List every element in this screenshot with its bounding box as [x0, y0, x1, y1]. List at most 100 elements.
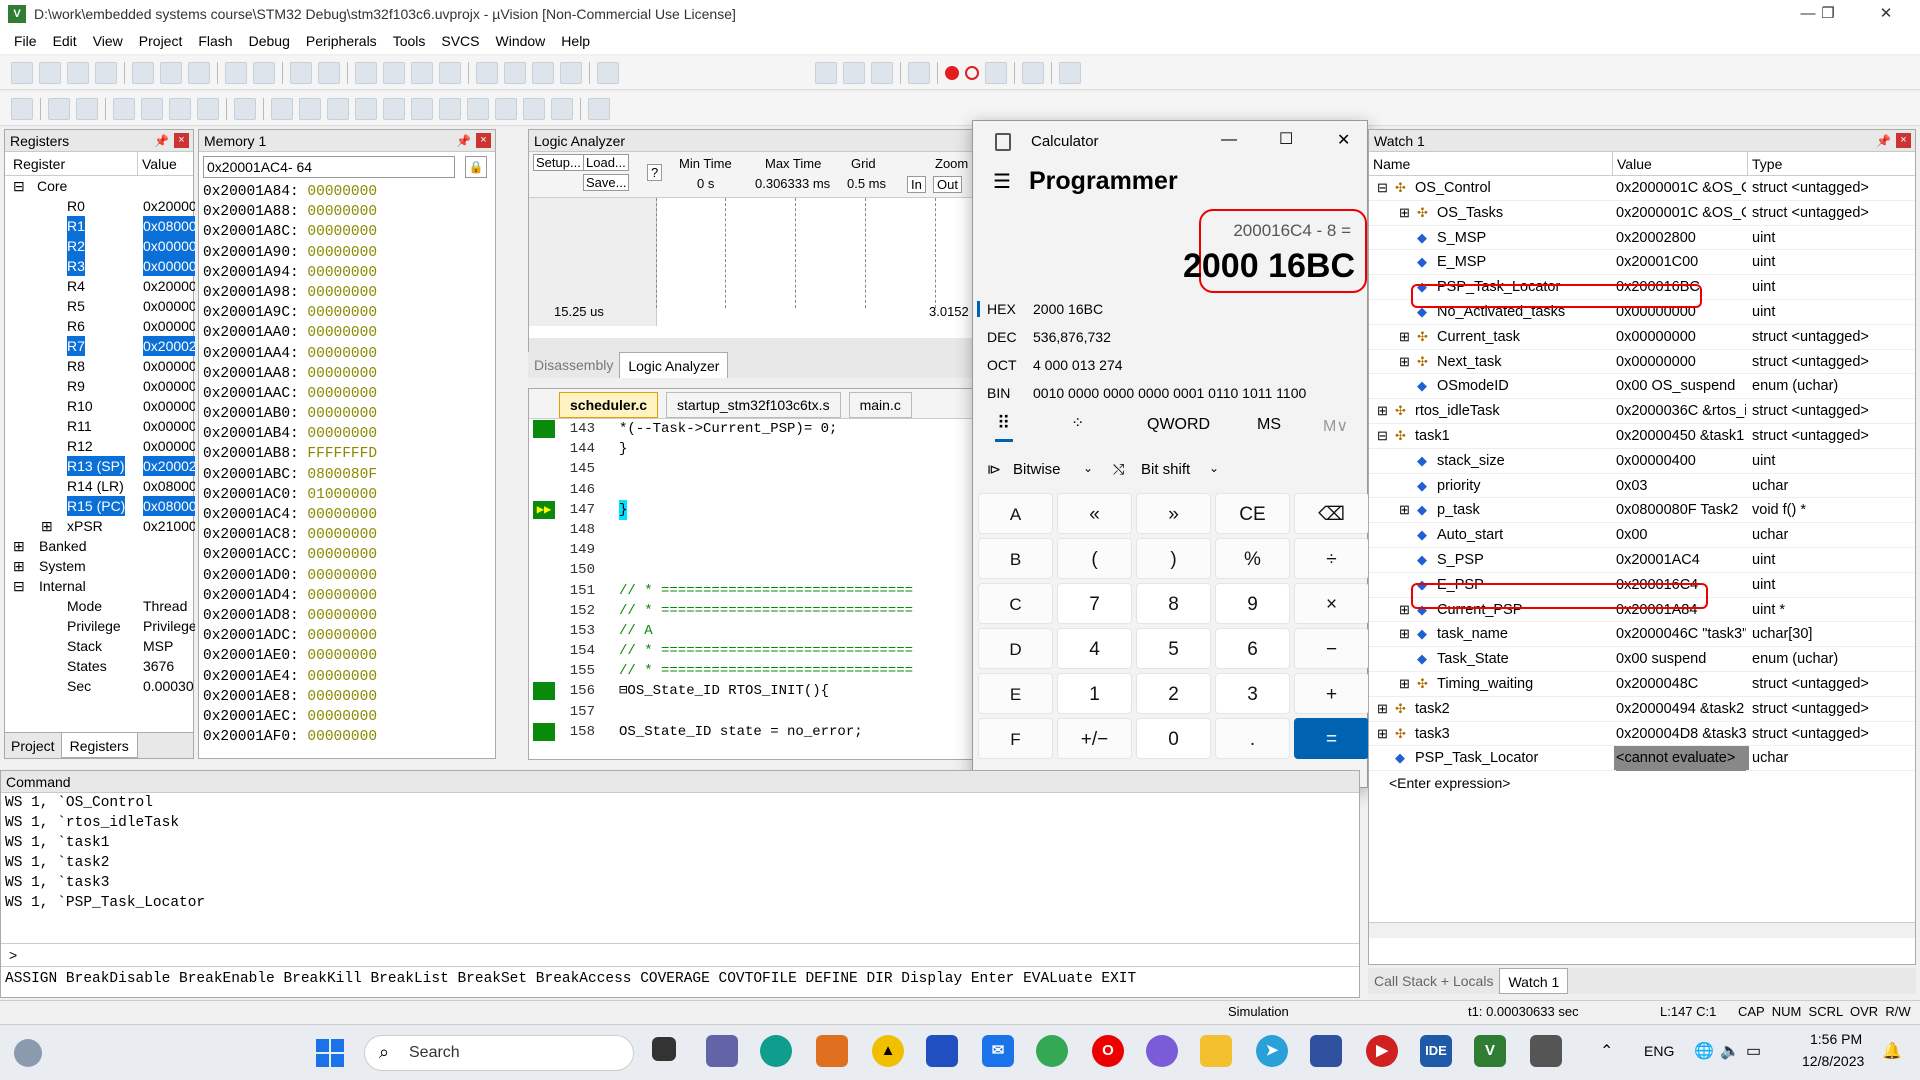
- calc-key-+/−[interactable]: +/−: [1057, 718, 1132, 759]
- config-icon[interactable]: [1059, 61, 1081, 84]
- memory-row[interactable]: 0x20001ABC: 0800080F: [203, 465, 495, 485]
- calc-key-0[interactable]: 0: [1136, 718, 1211, 759]
- copy-icon[interactable]: [160, 61, 182, 84]
- collapse-icon[interactable]: ⊟: [1377, 176, 1388, 201]
- watch-row[interactable]: ⊞ ✣ Next_task 0x00000000 struct <untagged>: [1369, 350, 1915, 375]
- code-line[interactable]: 149: [529, 540, 973, 560]
- undo-icon[interactable]: [225, 61, 247, 84]
- memory-value[interactable]: 00000000: [307, 346, 377, 362]
- calc-key-%[interactable]: %: [1215, 538, 1290, 579]
- expand-icon[interactable]: ⊞: [1399, 598, 1410, 623]
- load-button[interactable]: Load...: [583, 154, 629, 171]
- zoom-out-button[interactable]: Out: [933, 176, 962, 193]
- code-line[interactable]: 156 ⊟OS_State_ID RTOS_INIT(){: [529, 681, 973, 701]
- calc-base-row[interactable]: BIN 0010 0000 0000 0000 0001 0110 1011 11…: [973, 379, 1367, 407]
- register-value[interactable]: 0x20000: [143, 196, 195, 216]
- show-next-icon[interactable]: [234, 97, 256, 120]
- calc-key-A[interactable]: A: [978, 493, 1053, 534]
- register-group[interactable]: ⊟ Internal: [5, 576, 193, 596]
- menu-flash[interactable]: Flash: [190, 33, 240, 49]
- expand-icon[interactable]: ⊞: [1399, 350, 1410, 375]
- calc-key-equals[interactable]: =: [1294, 718, 1369, 759]
- watch-value[interactable]: 0x00: [1616, 523, 1746, 548]
- memory-value[interactable]: 00000000: [307, 588, 377, 604]
- calc-base-row[interactable]: DEC 536,876,732: [973, 323, 1367, 351]
- clock-date[interactable]: 12/8/2023: [1802, 1053, 1864, 1069]
- register-value[interactable]: 0x21000: [143, 516, 195, 536]
- target-dropdown-icon[interactable]: [815, 61, 837, 84]
- code-line[interactable]: 146: [529, 480, 973, 500]
- memory-value[interactable]: 00000000: [307, 669, 377, 685]
- code-line[interactable]: 150: [529, 560, 973, 580]
- tab-registers[interactable]: Registers: [60, 733, 138, 758]
- menu-peripherals[interactable]: Peripherals: [298, 33, 385, 49]
- memory-row[interactable]: 0x20001AD8: 00000000: [203, 606, 495, 626]
- memory-value[interactable]: 00000000: [307, 426, 377, 442]
- serial-icon[interactable]: [467, 97, 489, 120]
- memory-row[interactable]: 0x20001AE8: 00000000: [203, 687, 495, 707]
- memory-row[interactable]: 0x20001AA0: 00000000: [203, 323, 495, 343]
- code-line[interactable]: 153 // A: [529, 621, 973, 641]
- breakpoint-kill-icon[interactable]: [985, 61, 1007, 84]
- analysis-icon[interactable]: [495, 97, 517, 120]
- memory-row[interactable]: 0x20001AC8: 00000000: [203, 525, 495, 545]
- watch-value[interactable]: 0x00 OS_suspend: [1616, 374, 1746, 399]
- network-icon[interactable]: 🌐: [1694, 1041, 1714, 1061]
- menu-edit[interactable]: Edit: [45, 33, 85, 49]
- memory-value[interactable]: 00000000: [307, 406, 377, 422]
- app-triangle-icon[interactable]: ▲: [872, 1035, 904, 1067]
- teams-icon[interactable]: [706, 1035, 738, 1067]
- calc-key-8[interactable]: 8: [1136, 583, 1211, 624]
- word-size-button[interactable]: QWORD: [1147, 416, 1210, 434]
- code-line[interactable]: 144 }: [529, 439, 973, 459]
- language-indicator[interactable]: ENG: [1644, 1043, 1674, 1059]
- comment-icon[interactable]: [532, 61, 554, 84]
- code-line[interactable]: 154 // * ==============================: [529, 641, 973, 661]
- watch-row[interactable]: ⊞ ◆ task_name 0x2000046C "task3" uchar[30]: [1369, 622, 1915, 648]
- watch-row[interactable]: ◆ Auto_start 0x00 uchar: [1369, 523, 1915, 548]
- register-row[interactable]: R10 0x00000: [5, 396, 195, 416]
- zoom-in-button[interactable]: In: [907, 176, 926, 193]
- memory-row[interactable]: 0x20001AB4: 00000000: [203, 424, 495, 444]
- watch-value[interactable]: 0x03: [1616, 474, 1746, 499]
- memory-value[interactable]: 00000000: [307, 648, 377, 664]
- calc-key-F[interactable]: F: [978, 718, 1053, 759]
- register-row[interactable]: R11 0x00000: [5, 416, 195, 436]
- calc-base-row[interactable]: OCT 4 000 013 274: [973, 351, 1367, 379]
- edge-icon[interactable]: [760, 1035, 792, 1067]
- memory-value[interactable]: 00000000: [307, 184, 377, 200]
- notification-icon[interactable]: 🔔: [1882, 1041, 1902, 1061]
- volume-icon[interactable]: 🔈: [1720, 1041, 1740, 1061]
- memory-value[interactable]: 01000000: [307, 487, 377, 503]
- menu-svcs[interactable]: SVCS: [433, 33, 487, 49]
- pin-icon[interactable]: 📌: [154, 130, 169, 152]
- register-row[interactable]: R1 0x08000: [5, 216, 195, 236]
- calc-key-«[interactable]: «: [1057, 493, 1132, 534]
- memory-value[interactable]: 00000000: [307, 285, 377, 301]
- watch-row[interactable]: ⊞ ✣ Current_task 0x00000000 struct <untagged…: [1369, 325, 1915, 350]
- memory-row[interactable]: 0x20001A90: 00000000: [203, 243, 495, 263]
- memory-value[interactable]: 00000000: [307, 305, 377, 321]
- register-col-header[interactable]: Register: [13, 152, 65, 176]
- pin-icon[interactable]: 📌: [1876, 130, 1891, 152]
- menu-tools[interactable]: Tools: [385, 33, 434, 49]
- find-files-icon[interactable]: [597, 61, 619, 84]
- registers-icon[interactable]: [355, 97, 377, 120]
- save-all-icon[interactable]: [95, 61, 117, 84]
- memory-list-button[interactable]: M∨: [1323, 416, 1348, 436]
- tab-logic-analyzer[interactable]: Logic Analyzer: [619, 352, 729, 378]
- memory-value[interactable]: 00000000: [307, 527, 377, 543]
- watch-value[interactable]: 0x20000450 &task1: [1616, 424, 1746, 449]
- watch-row[interactable]: ⊞ ✣ task2 0x20000494 &task2 struct <untagged…: [1369, 697, 1915, 722]
- run-to-cursor-icon[interactable]: [197, 97, 219, 120]
- menu-debug[interactable]: Debug: [241, 33, 298, 49]
- memory-value[interactable]: 00000000: [307, 265, 377, 281]
- name-col-header[interactable]: Name: [1373, 152, 1410, 176]
- calc-key-C[interactable]: C: [978, 583, 1053, 624]
- cut-icon[interactable]: [132, 61, 154, 84]
- close-icon[interactable]: ✕: [1858, 0, 1914, 28]
- memory-value[interactable]: 00000000: [307, 608, 377, 624]
- cube-app-icon[interactable]: [1310, 1035, 1342, 1067]
- trace-icon[interactable]: [523, 97, 545, 120]
- tab-scheduler-c[interactable]: scheduler.c: [559, 392, 659, 418]
